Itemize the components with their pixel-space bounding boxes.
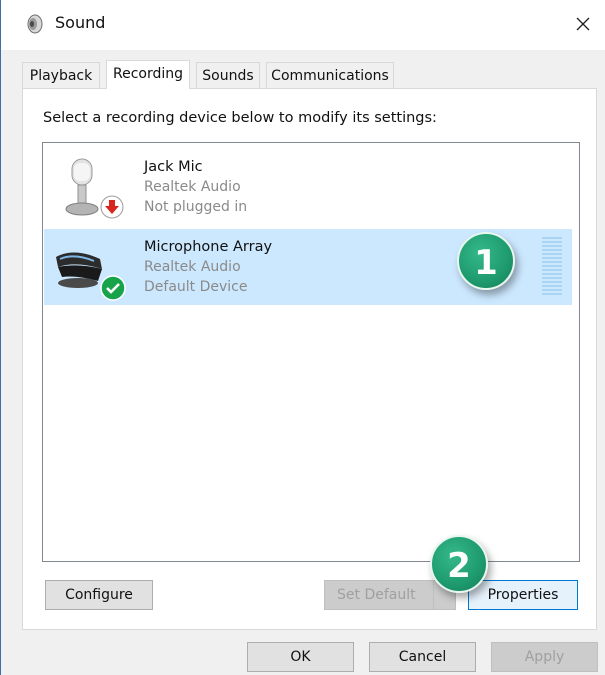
device-list[interactable]: Jack Mic Realtek Audio Not plugged in Mi… <box>42 142 580 562</box>
level-meter <box>542 237 562 297</box>
set-default-label: Set Default <box>337 587 416 603</box>
apply-button[interactable]: Apply <box>491 642 598 672</box>
set-default-button[interactable]: Set Default <box>324 580 456 610</box>
close-icon <box>576 17 590 31</box>
tab-recording[interactable]: Recording <box>106 60 190 89</box>
device-driver: Realtek Audio <box>144 179 241 195</box>
cancel-button[interactable]: Cancel <box>369 642 476 672</box>
title-bar: Sound <box>0 0 605 50</box>
device-driver: Realtek Audio <box>144 259 241 275</box>
callout-badge-1: 1 <box>457 232 515 290</box>
default-check-icon <box>100 275 126 301</box>
tab-communications[interactable]: Communications <box>266 62 394 88</box>
instruction-text: Select a recording device below to modif… <box>43 110 437 126</box>
tab-playback[interactable]: Playback <box>22 62 100 88</box>
tab-sounds[interactable]: Sounds <box>196 62 260 88</box>
properties-button[interactable]: Properties <box>468 580 578 610</box>
device-status: Default Device <box>144 279 248 295</box>
configure-button[interactable]: Configure <box>45 580 153 610</box>
unplugged-arrow-icon <box>100 195 124 219</box>
device-name: Jack Mic <box>144 159 203 175</box>
speaker-icon <box>24 13 44 35</box>
device-name: Microphone Array <box>144 239 273 255</box>
callout-badge-2: 2 <box>430 535 488 593</box>
close-button[interactable] <box>566 8 600 42</box>
device-item-jack-mic[interactable]: Jack Mic Realtek Audio Not plugged in <box>44 149 572 225</box>
window-title: Sound <box>55 13 106 32</box>
device-status: Not plugged in <box>144 199 248 215</box>
ok-button[interactable]: OK <box>247 642 354 672</box>
